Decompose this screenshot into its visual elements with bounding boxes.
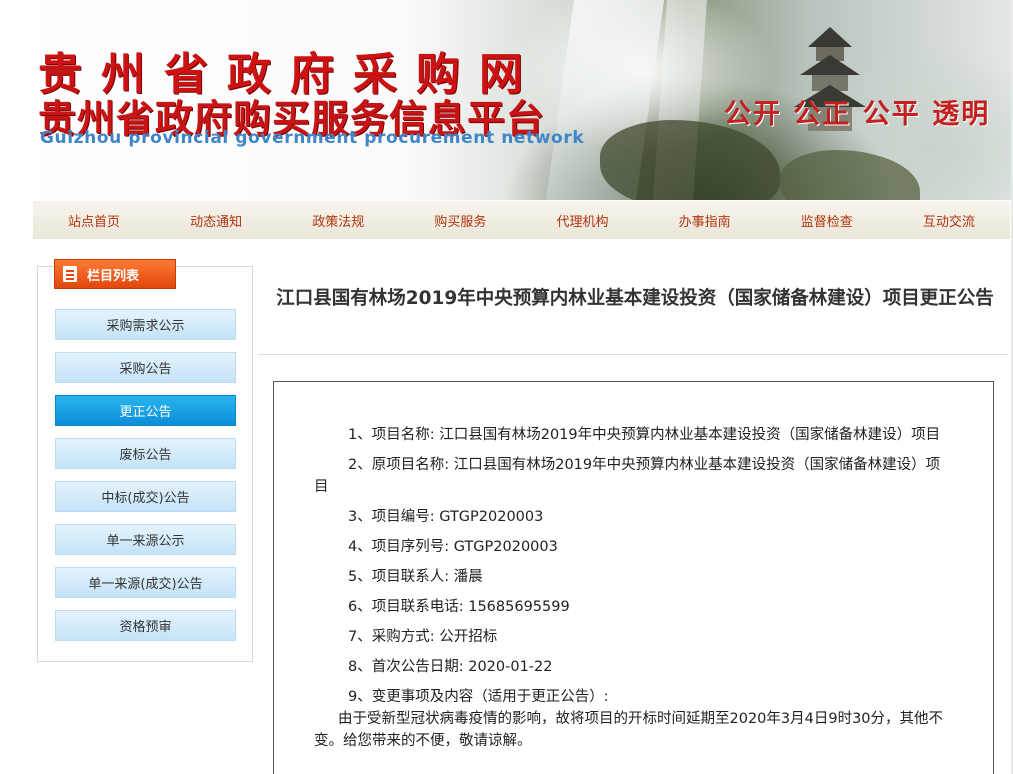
field-contact-phone: 6、项目联系电话: 15685695599: [348, 599, 570, 615]
sidebar-item-single-source-award[interactable]: 单一来源(成交)公告: [55, 567, 236, 598]
rock-decoration: [780, 150, 920, 200]
site-banner: 贵州省政府采购网 贵州省政府购买服务信息平台 Guizhou provincia…: [0, 0, 1013, 200]
article-title: 江口县国有林场2019年中央预算内林业基本建设投资（国家储备林建设）项目更正公告: [276, 288, 994, 309]
sidebar-item-demand-notice[interactable]: 采购需求公示: [55, 309, 236, 340]
field-project-name: 1、项目名称: 江口县国有林场2019年中央预算内林业基本建设投资（国家储备林建…: [348, 427, 941, 443]
nav-item-agencies[interactable]: 代理机构: [522, 201, 644, 239]
sidebar-item-procurement-notice[interactable]: 采购公告: [55, 352, 236, 383]
sidebar-list: 采购需求公示 采购公告 更正公告 废标公告 中标(成交)公告 单一来源公示 单一…: [55, 309, 236, 653]
field-original-project-name: 2、原项目名称: 江口县国有林场2019年中央预算内林业基本建设投资（国家储备林…: [314, 457, 941, 495]
article-content-box: 1、项目名称: 江口县国有林场2019年中央预算内林业基本建设投资（国家储备林建…: [273, 381, 994, 774]
site-slogan: 公开 公正 公平 透明: [724, 99, 991, 130]
main-nav: 站点首页 动态通知 政策法规 购买服务 代理机构 办事指南 监督检查 互动交流: [33, 201, 1010, 239]
sidebar: 栏目列表 采购需求公示 采购公告 更正公告 废标公告 中标(成交)公告 单一来源…: [37, 259, 253, 662]
sidebar-item-correction-notice[interactable]: 更正公告: [55, 395, 236, 426]
field-change-items: 9、变更事项及内容（适用于更正公告）:: [348, 689, 609, 705]
rock-decoration: [600, 120, 780, 200]
title-divider: [258, 354, 1008, 355]
nav-item-policy[interactable]: 政策法规: [277, 201, 399, 239]
nav-item-news[interactable]: 动态通知: [155, 201, 277, 239]
site-title-en: Guizhou provincial government procuremen…: [40, 128, 585, 148]
sidebar-header: 栏目列表: [54, 259, 176, 289]
nav-item-supervision[interactable]: 监督检查: [766, 201, 888, 239]
nav-item-purchase-service[interactable]: 购买服务: [399, 201, 521, 239]
sidebar-header-label: 栏目列表: [87, 268, 140, 284]
field-project-number: 3、项目编号: GTGP2020003: [348, 509, 544, 525]
field-contact-person: 5、项目联系人: 潘晨: [348, 569, 483, 585]
sidebar-item-single-source[interactable]: 单一来源公示: [55, 524, 236, 555]
sidebar-item-award-notice[interactable]: 中标(成交)公告: [55, 481, 236, 512]
nav-item-home[interactable]: 站点首页: [33, 201, 155, 239]
sidebar-item-prequalification[interactable]: 资格预审: [55, 610, 236, 641]
field-first-notice-date: 8、首次公告日期: 2020-01-22: [348, 659, 553, 675]
article-content: 1、项目名称: 江口县国有林场2019年中央预算内林业基本建设投资（国家储备林建…: [314, 424, 944, 760]
document-icon: [63, 266, 77, 282]
nav-item-guide[interactable]: 办事指南: [644, 201, 766, 239]
sidebar-item-cancel-notice[interactable]: 废标公告: [55, 438, 236, 469]
field-project-serial: 4、项目序列号: GTGP2020003: [348, 539, 558, 555]
field-change-content: 由于受新型冠状病毒疫情的影响，故将项目的开标时间延期至2020年3月4日9时30…: [314, 711, 944, 749]
nav-item-interaction[interactable]: 互动交流: [888, 201, 1010, 239]
field-procurement-method: 7、采购方式: 公开招标: [348, 629, 498, 645]
